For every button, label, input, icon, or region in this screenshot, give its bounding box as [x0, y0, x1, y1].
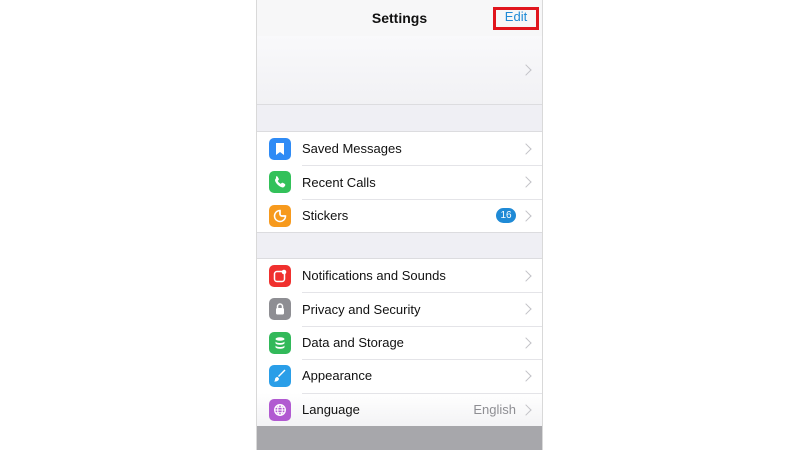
language-label: Language: [302, 401, 360, 417]
notifications-row[interactable]: Notifications and Sounds: [257, 259, 542, 292]
sticker-icon: [269, 204, 291, 227]
recent-calls-row[interactable]: Recent Calls: [257, 165, 542, 198]
chevron-right-icon: [520, 370, 532, 382]
chevron-right-icon: [520, 403, 532, 416]
lock-icon: [269, 298, 291, 321]
chevron-right-icon: [520, 337, 532, 349]
chevron-right-icon: [520, 64, 532, 76]
privacy-label: Privacy and Security: [302, 301, 421, 317]
globe-icon: [269, 398, 291, 421]
settings-group-secondary: Notifications and Sounds Privacy and Sec…: [257, 258, 542, 427]
brush-icon: [269, 365, 291, 388]
settings-group-primary: Saved Messages Recent Calls Stickers 16: [257, 131, 542, 234]
language-value: English: [473, 401, 516, 417]
stickers-count-badge: 16: [496, 207, 516, 223]
appearance-label: Appearance: [302, 368, 373, 384]
bookmark-icon: [269, 138, 291, 160]
chevron-right-icon: [520, 210, 532, 222]
data-storage-row[interactable]: Data and Storage: [257, 325, 542, 359]
stickers-label: Stickers: [302, 207, 349, 223]
chevron-right-icon: [520, 270, 532, 282]
bottom-shadow: [257, 426, 542, 450]
notification-icon: [269, 265, 291, 287]
database-icon: [269, 331, 291, 354]
recent-calls-label: Recent Calls: [302, 174, 376, 190]
chevron-right-icon: [520, 176, 532, 189]
saved-messages-label: Saved Messages: [302, 141, 402, 157]
navigation-bar: Settings Edit: [257, 0, 542, 37]
language-row[interactable]: Language English: [257, 392, 542, 426]
settings-screen: Settings Edit Saved Messages Recent Call…: [256, 0, 543, 450]
notifications-label: Notifications and Sounds: [302, 268, 446, 284]
chevron-right-icon: [520, 303, 532, 316]
data-storage-label: Data and Storage: [302, 334, 404, 350]
screen: Settings Edit Saved Messages Recent Call…: [0, 0, 800, 450]
privacy-row[interactable]: Privacy and Security: [257, 292, 542, 325]
stickers-row[interactable]: Stickers 16: [257, 198, 542, 232]
profile-row[interactable]: [257, 36, 542, 105]
appearance-row[interactable]: Appearance: [257, 359, 542, 392]
phone-icon: [269, 171, 291, 194]
chevron-right-icon: [520, 143, 532, 155]
highlight-box: [493, 7, 539, 30]
saved-messages-row[interactable]: Saved Messages: [257, 132, 542, 165]
